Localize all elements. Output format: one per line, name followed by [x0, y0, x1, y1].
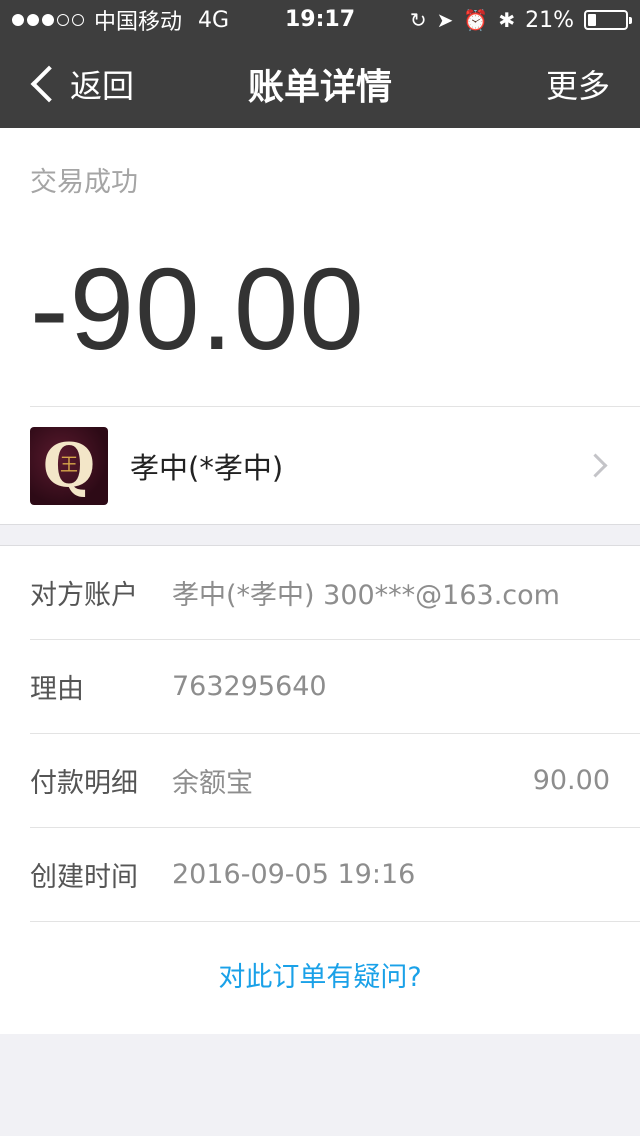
- transaction-card: 交易成功 -90.00 Q 王 孝中(*孝中): [0, 128, 640, 524]
- status-right: ↻ ➤ ⏰ ✱ 21%: [409, 7, 632, 33]
- transaction-status: 交易成功: [30, 167, 138, 198]
- detail-label: 创建时间: [30, 862, 138, 893]
- counterparty-row[interactable]: Q 王 孝中(*孝中): [30, 407, 640, 524]
- detail-label: 理由: [30, 674, 84, 705]
- counterparty-name: 孝中(*孝中): [130, 450, 284, 485]
- status-bar: 中国移动 4G ↻ ➤ ⏰ ✱ 21% 19:17: [0, 0, 640, 40]
- detail-row-account: 对方账户 孝中(*孝中) 300***@163.com: [30, 546, 640, 640]
- detail-label: 对方账户: [30, 580, 138, 611]
- detail-row-payment: 付款明细 余额宝 90.00: [30, 734, 640, 828]
- details-section: 对方账户 孝中(*孝中) 300***@163.com 理由 763295640…: [0, 546, 640, 1034]
- detail-label: 付款明细: [30, 768, 138, 799]
- detail-value: 孝中(*孝中) 300***@163.com: [172, 580, 560, 611]
- detail-row-created: 创建时间 2016-09-05 19:16: [30, 828, 640, 922]
- detail-row-reason: 理由 763295640: [30, 640, 640, 734]
- signal-strength-icon: [12, 14, 84, 26]
- detail-value: 763295640: [172, 671, 327, 702]
- back-button[interactable]: 返回: [30, 61, 134, 107]
- rotation-lock-icon: ↻: [409, 8, 427, 32]
- avatar-mark: 王: [60, 454, 78, 476]
- alarm-icon: ⏰: [463, 8, 489, 32]
- nav-bar: 返回 账单详情 更多: [0, 40, 640, 128]
- chevron-right-icon: [583, 453, 608, 478]
- battery-percent: 21%: [525, 7, 574, 33]
- detail-value: 余额宝: [172, 768, 253, 799]
- network-type: 4G: [198, 7, 230, 33]
- detail-amount: 90.00: [532, 765, 610, 796]
- location-arrow-icon: ➤: [436, 8, 454, 32]
- order-question-link[interactable]: 对此订单有疑问?: [0, 922, 640, 1034]
- section-gap: [0, 524, 640, 546]
- status-left: 中国移动 4G: [12, 4, 229, 36]
- avatar: Q 王: [30, 426, 108, 505]
- bluetooth-icon: ✱: [498, 8, 516, 32]
- battery-icon: [584, 10, 632, 30]
- transaction-amount: -90.00: [30, 244, 365, 374]
- header: 中国移动 4G ↻ ➤ ⏰ ✱ 21% 19:17 返回 账单详情 更多: [0, 0, 640, 128]
- battery-fill: [588, 14, 596, 26]
- more-button[interactable]: 更多: [546, 61, 610, 107]
- back-label: 返回: [70, 67, 135, 105]
- chevron-left-icon: [30, 65, 68, 103]
- carrier-name: 中国移动: [94, 10, 183, 35]
- detail-value: 2016-09-05 19:16: [172, 859, 416, 890]
